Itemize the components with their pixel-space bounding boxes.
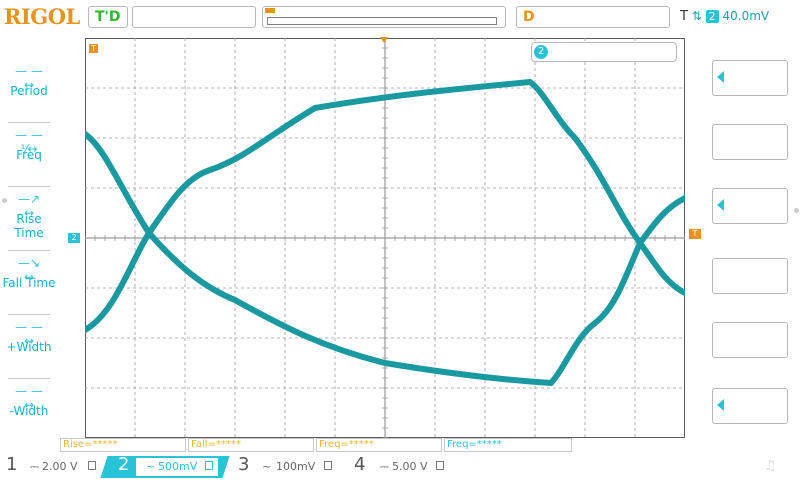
trigger-source-badge: 2 <box>705 10 719 23</box>
channel-4-scale: 5.00 V <box>392 460 428 473</box>
softkey-5-box[interactable] <box>712 322 788 358</box>
fall-time-measure-icon: —↘ ↔ <box>17 256 41 284</box>
bandwidth-limit-icon <box>88 461 96 470</box>
positive-width-measure-icon: — — ↔ <box>15 320 43 348</box>
measurement-1[interactable]: Rise=***** <box>60 438 186 452</box>
horizontal-delay-display[interactable]: D <box>516 6 670 28</box>
measurement-2[interactable]: Fall=***** <box>188 438 314 452</box>
negative-width-measure-icon: — — ↔ <box>15 384 43 412</box>
frequency-measure-icon: — — ¹⁄↔ <box>15 128 43 156</box>
softkey-1-box[interactable] <box>712 60 788 96</box>
left-arrow-icon <box>717 199 724 211</box>
channel-1-coupling: ⎓ <box>30 460 39 473</box>
right-softkey-menu <box>704 40 800 440</box>
trigger-position-marker <box>265 8 275 13</box>
trigger-display[interactable]: T ⇅ 2 40.0mV <box>676 6 800 28</box>
trigger-position-arrow <box>380 37 388 43</box>
speaker-icon[interactable]: ♫ <box>764 458 782 476</box>
left-scroll-indicator <box>2 198 7 203</box>
channel-4-number: 4 <box>354 454 366 475</box>
ch2-badge: 2 <box>534 45 548 59</box>
measure-positive-width-button[interactable]: — — ↔ +Width <box>2 310 56 370</box>
measure-menu: — — ↔ Period — — ¹⁄↔ Freq —↗ ↔ Rise Time —↘… <box>0 40 58 440</box>
bandwidth-limit-icon <box>205 461 213 470</box>
channel-2-coupling: ~ <box>146 460 156 473</box>
measurement-3[interactable]: Freq=***** <box>316 438 442 452</box>
measure-fall-time-button[interactable]: —↘ ↔ Fall Time <box>2 246 56 306</box>
channel-bar: 1 ⎓ 2.00 V 2 ~ 500mV 3 ~ 100mV 4 ⎓ 5.00 … <box>0 454 800 480</box>
rising-falling-edge-icon: ⇅ <box>691 9 702 23</box>
softkey-2[interactable] <box>708 106 788 162</box>
softkey-4[interactable] <box>708 240 788 296</box>
channel-1-scale: 2.00 V <box>42 460 78 473</box>
left-arrow-icon <box>717 71 724 83</box>
rise-time-measure-icon: —↗ ↔ <box>17 192 41 220</box>
channel-2-number: 2 <box>118 454 130 475</box>
softkey-6-box[interactable] <box>712 388 788 424</box>
right-scroll-indicator <box>794 208 799 213</box>
softkey-3-box[interactable] <box>712 188 788 224</box>
measure-freq-button[interactable]: — — ¹⁄↔ Freq <box>2 118 56 178</box>
channel-3-number: 3 <box>238 454 250 475</box>
channel-4-coupling: ⎓ <box>380 460 389 473</box>
oscilloscope-screen: RIGOL T'D D T ⇅ 2 40.0mV — — ↔ Period — —… <box>0 0 800 480</box>
waveform-display[interactable]: 2 <box>82 37 688 439</box>
trigger-level: 40.0mV <box>722 9 770 23</box>
ch2-info-box[interactable]: 2 <box>531 42 677 62</box>
channel-3-coupling: ~ <box>262 460 272 473</box>
trigger-level-marker[interactable]: T <box>689 229 701 239</box>
left-arrow-icon <box>717 399 724 411</box>
trigger-type-label: T <box>680 9 688 24</box>
period-measure-icon: — — ↔ <box>15 64 43 92</box>
measurement-4[interactable]: Freq=***** <box>444 438 572 452</box>
measure-period-button[interactable]: — — ↔ Period <box>2 54 56 114</box>
softkey-4-box[interactable] <box>712 258 788 294</box>
memory-depth-display[interactable] <box>262 6 506 28</box>
trigger-top-marker: T <box>89 44 98 53</box>
softkey-5[interactable] <box>708 304 788 360</box>
measure-negative-width-button[interactable]: — — ↔ -Width <box>2 374 56 434</box>
memory-bar <box>267 17 497 25</box>
softkey-1[interactable] <box>708 42 788 98</box>
ch2-offset-marker[interactable]: 2 <box>68 233 80 243</box>
softkey-6[interactable] <box>708 370 788 426</box>
channel-1-number: 1 <box>6 454 18 475</box>
measure-rise-time-button[interactable]: —↗ ↔ Rise Time <box>2 182 56 242</box>
run-status[interactable]: T'D <box>88 6 128 28</box>
timebase-display[interactable] <box>132 6 256 28</box>
softkey-3[interactable] <box>708 170 788 226</box>
waveform-grid <box>82 37 688 439</box>
rigol-logo: RIGOL <box>4 4 80 29</box>
bandwidth-limit-icon <box>436 461 444 470</box>
softkey-2-box[interactable] <box>712 124 788 160</box>
status-bar: RIGOL T'D D T ⇅ 2 40.0mV <box>0 0 800 34</box>
bandwidth-limit-icon <box>324 461 332 470</box>
channel-3-scale: 100mV <box>276 460 316 473</box>
channel-2-scale: 500mV <box>158 460 198 473</box>
